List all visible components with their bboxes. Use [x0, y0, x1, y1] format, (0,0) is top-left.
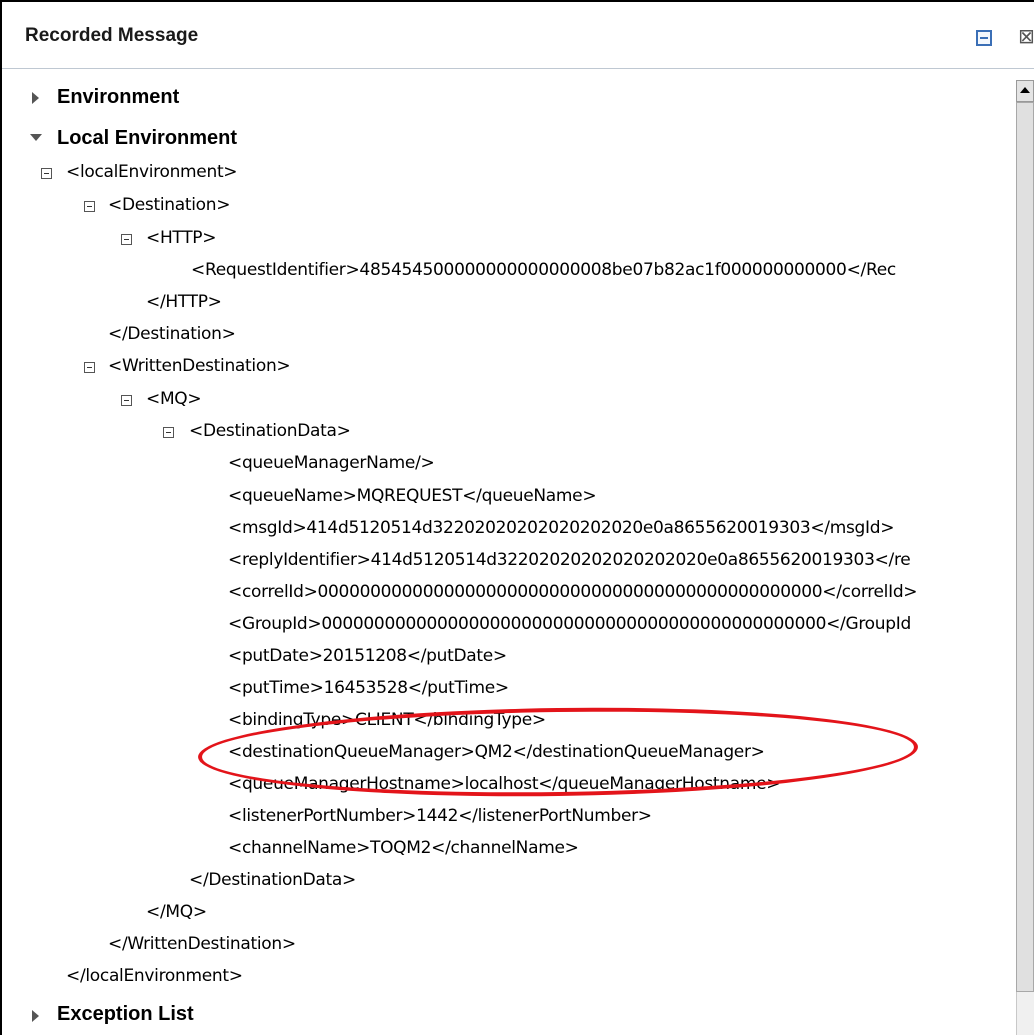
minimize-icon[interactable]	[976, 30, 992, 46]
tree-leaf[interactable]: <channelName>TOQM2</channelName>	[228, 838, 579, 858]
tree-leaf[interactable]: <putTime>16453528</putTime>	[228, 678, 509, 698]
tree-node[interactable]: <MQ>	[146, 389, 202, 409]
collapse-node-icon[interactable]	[121, 234, 132, 245]
tree-leaf[interactable]: <correlId>000000000000000000000000000000…	[228, 582, 918, 602]
tree-node: </HTTP>	[146, 292, 222, 312]
close-icon[interactable]: ⊠	[1018, 24, 1034, 48]
scroll-up-arrow-icon[interactable]	[1016, 80, 1034, 102]
tree-leaf[interactable]: <putDate>20151208</putDate>	[228, 646, 507, 666]
tree-node[interactable]: <localEnvironment>	[66, 162, 238, 182]
tree-node: </WrittenDestination>	[108, 934, 296, 954]
collapse-node-icon[interactable]	[84, 201, 95, 212]
section-label: Local Environment	[57, 127, 238, 149]
tree-node[interactable]: <WrittenDestination>	[108, 356, 291, 376]
tree-leaf[interactable]: <msgId>414d5120514d32202020202020202020e…	[228, 518, 895, 538]
collapse-node-icon[interactable]	[41, 168, 52, 179]
tree-node[interactable]: <Destination>	[108, 195, 230, 215]
collapse-node-icon[interactable]	[84, 362, 95, 373]
tree-node: </localEnvironment>	[66, 966, 243, 986]
section-label: Exception List	[57, 1003, 194, 1025]
scrollbar-thumb[interactable]	[1016, 102, 1034, 992]
panel-title: Recorded Message	[25, 25, 199, 46]
tree-leaf[interactable]: <queueManagerName/>	[228, 453, 435, 473]
title-separator	[2, 68, 1034, 69]
tree-leaf[interactable]: <GroupId>0000000000000000000000000000000…	[228, 614, 911, 634]
collapse-node-icon[interactable]	[121, 395, 132, 406]
tree-leaf[interactable]: <replyIdentifier>414d5120514d32202020202…	[228, 550, 911, 570]
tree-node[interactable]: <HTTP>	[146, 228, 217, 248]
tree-leaf[interactable]: <RequestIdentifier>485454500000000000000…	[191, 260, 896, 280]
tree-leaf[interactable]: <queueName>MQREQUEST</queueName>	[228, 486, 597, 506]
section-label: Environment	[57, 86, 180, 108]
expand-arrow-icon[interactable]	[32, 92, 39, 104]
tree-node: </MQ>	[146, 902, 207, 922]
collapse-arrow-icon[interactable]	[30, 134, 42, 141]
tree-node[interactable]: <DestinationData>	[189, 421, 351, 441]
tree-node: </DestinationData>	[189, 870, 356, 890]
tree-node: </Destination>	[108, 324, 236, 344]
collapse-node-icon[interactable]	[163, 427, 174, 438]
tree-leaf[interactable]: <listenerPortNumber>1442</listenerPortNu…	[228, 806, 652, 826]
expand-arrow-icon[interactable]	[32, 1010, 39, 1022]
